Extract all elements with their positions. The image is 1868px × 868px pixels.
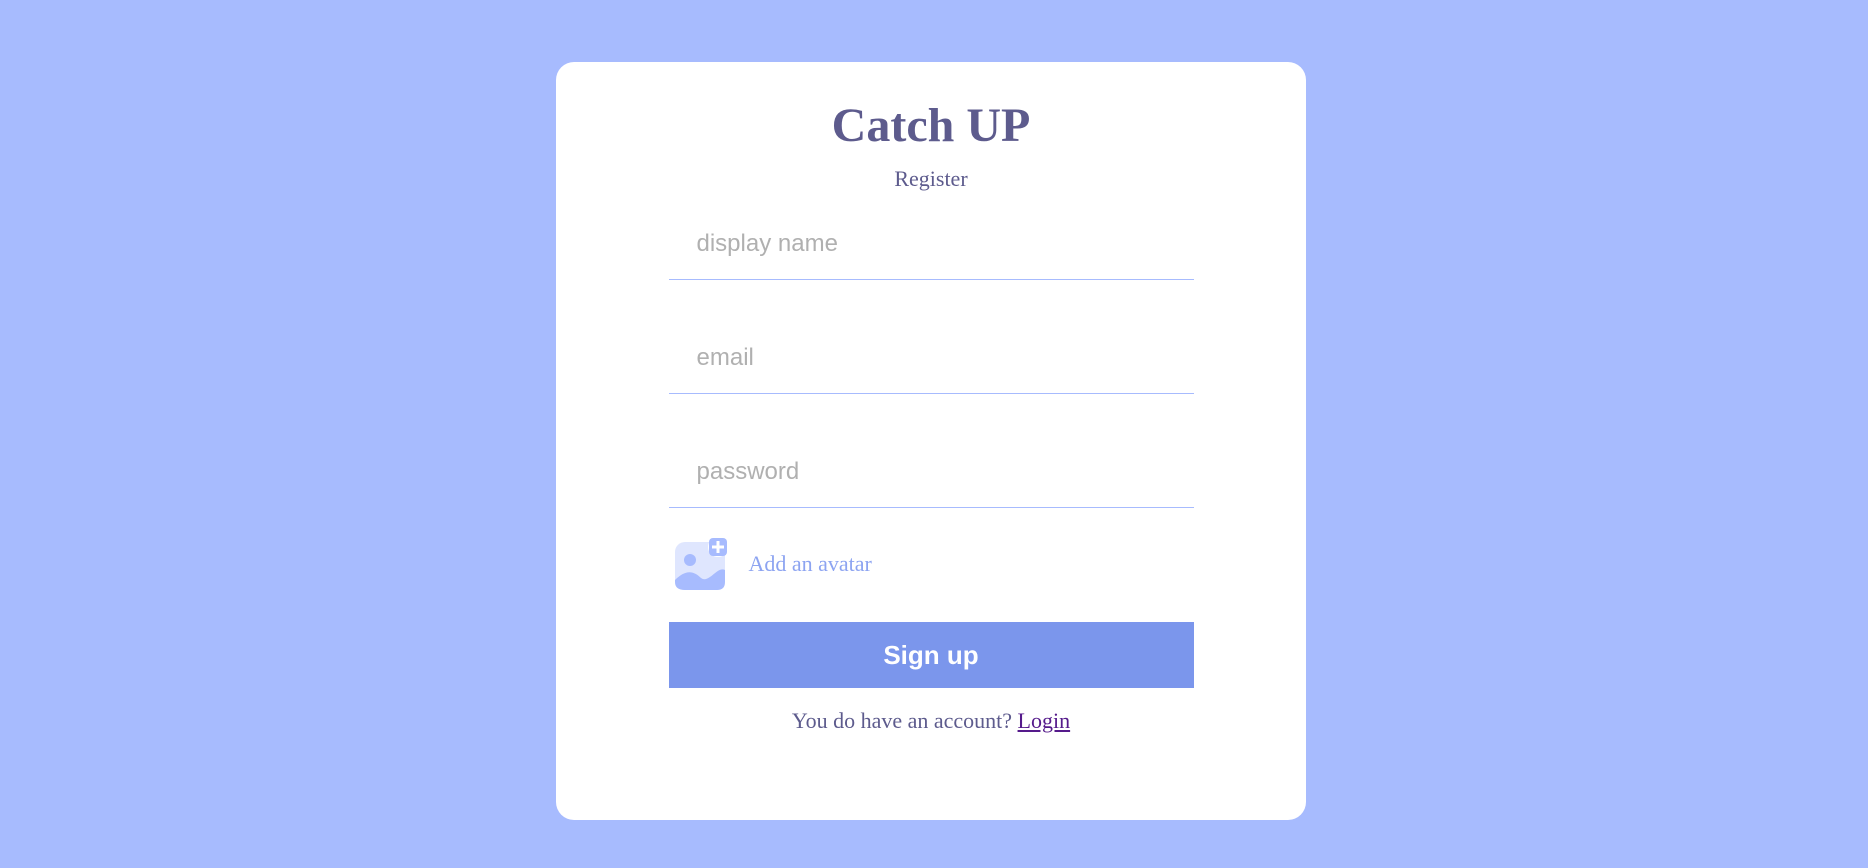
register-card: Catch UP Register Add an avatar Sign up … [556,62,1306,820]
add-avatar-button[interactable]: Add an avatar [669,536,1194,592]
password-input[interactable] [668,436,1194,508]
display-name-input[interactable] [668,208,1194,280]
login-prompt: You do have an account? Login [792,708,1070,734]
page-subtitle: Register [894,166,968,191]
login-link[interactable]: Login [1018,708,1071,733]
login-prompt-text: You do have an account? [791,708,1013,733]
app-logo: Catch UP [831,99,1031,152]
register-form: Add an avatar Sign up [668,208,1194,688]
email-input[interactable] [668,322,1194,394]
sign-up-button[interactable]: Sign up [668,622,1194,688]
add-avatar-label: Add an avatar [748,551,872,576]
add-image-icon [674,537,728,590]
